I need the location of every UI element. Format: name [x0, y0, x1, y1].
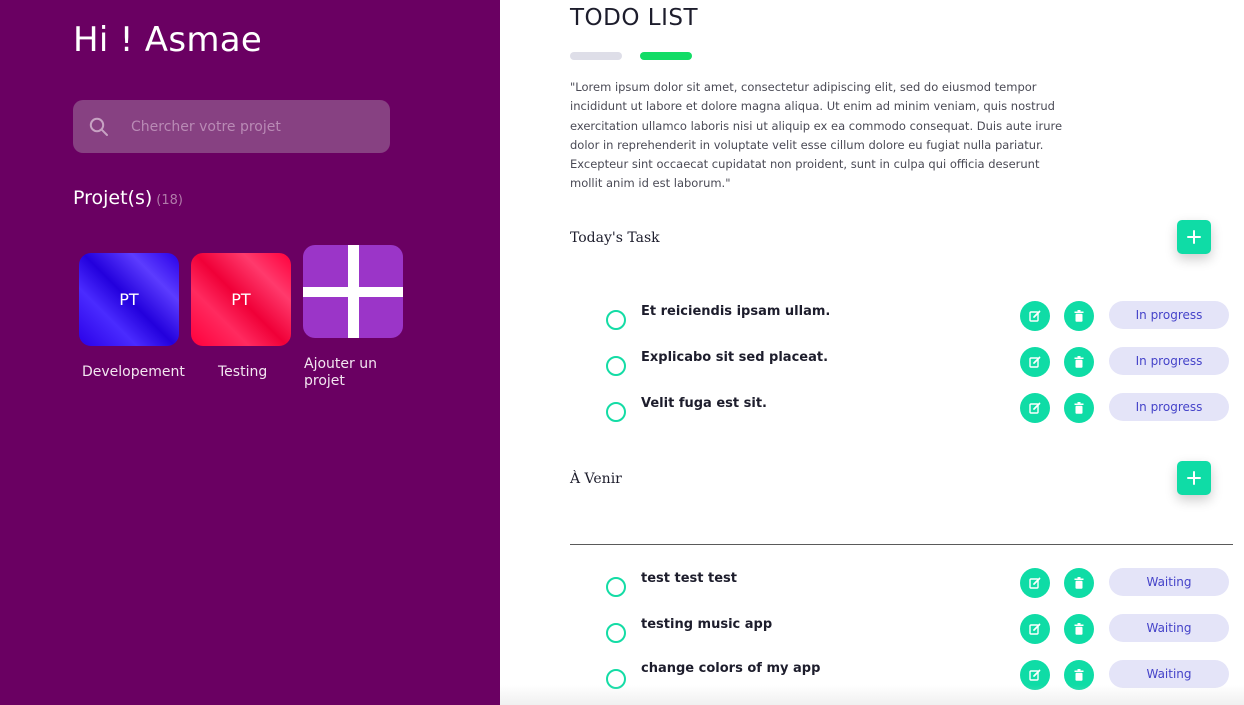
edit-button[interactable]: [1020, 301, 1050, 331]
project-initials: PT: [119, 290, 139, 309]
search-icon[interactable]: [89, 117, 109, 137]
task-row: test test test Waiting: [500, 568, 1244, 608]
circle-check-icon[interactable]: [606, 623, 626, 643]
edit-icon: [1029, 402, 1041, 414]
task-title: test test test: [641, 571, 738, 586]
task-title: Velit fuga est sit.: [641, 396, 767, 411]
projects-heading-label: Projet(s): [73, 187, 153, 209]
bottom-shadow: [500, 685, 1244, 705]
trash-icon: [1074, 669, 1084, 681]
task-title: change colors of my app: [641, 661, 821, 676]
task-row: Explicabo sit sed placeat. In progress: [500, 347, 1244, 387]
trash-icon: [1074, 577, 1084, 589]
edit-button[interactable]: [1020, 393, 1050, 423]
delete-button[interactable]: [1064, 568, 1094, 598]
trash-icon: [1074, 623, 1084, 635]
delete-button[interactable]: [1064, 301, 1094, 331]
edit-icon: [1029, 669, 1041, 681]
circle-check-icon[interactable]: [606, 356, 626, 376]
edit-icon: [1029, 356, 1041, 368]
status-badge: In progress: [1109, 347, 1229, 375]
project-initials: PT: [231, 290, 251, 309]
add-project-button[interactable]: [303, 245, 403, 338]
trash-icon: [1074, 356, 1084, 368]
edit-icon: [1029, 310, 1041, 322]
trash-icon: [1074, 310, 1084, 322]
task-row: Velit fuga est sit. In progress: [500, 393, 1244, 433]
task-row: Et reiciendis ipsam ullam. In progress: [500, 301, 1244, 341]
status-badge: In progress: [1109, 301, 1229, 329]
project-card-testing[interactable]: PT: [191, 253, 291, 346]
project-label-testing[interactable]: Testing: [218, 364, 267, 381]
plus-icon: [303, 245, 403, 338]
plus-icon: [1187, 471, 1201, 485]
projects-heading: Projet(s) (18): [73, 187, 183, 209]
status-badge: In progress: [1109, 393, 1229, 421]
delete-button[interactable]: [1064, 393, 1094, 423]
edit-button[interactable]: [1020, 614, 1050, 644]
sidebar: Hi ! Asmae Projet(s)(18) PT Developement…: [0, 0, 500, 705]
circle-check-icon[interactable]: [606, 577, 626, 597]
status-badge: Waiting: [1109, 660, 1229, 688]
add-task-button-today[interactable]: [1177, 220, 1211, 254]
edit-button[interactable]: [1020, 347, 1050, 377]
main-content: TODO LIST "Lorem ipsum dolor sit amet, c…: [500, 0, 1244, 705]
delete-button[interactable]: [1064, 614, 1094, 644]
add-project-label[interactable]: Ajouter un projet: [304, 356, 394, 390]
edit-icon: [1029, 577, 1041, 589]
plus-icon: [1187, 230, 1201, 244]
projects-count: (18): [156, 193, 183, 208]
task-row: testing music app Waiting: [500, 614, 1244, 654]
greeting: Hi ! Asmae: [73, 20, 263, 60]
search-input[interactable]: [131, 100, 381, 153]
project-card-developement[interactable]: PT: [79, 253, 179, 346]
circle-check-icon[interactable]: [606, 310, 626, 330]
trash-icon: [1074, 402, 1084, 414]
page-title: TODO LIST: [570, 5, 699, 31]
section-title-today: Today's Task: [570, 230, 660, 246]
section-title-a-venir: À Venir: [570, 471, 622, 487]
delete-button[interactable]: [1064, 347, 1094, 377]
search-box[interactable]: [73, 100, 390, 153]
description: "Lorem ipsum dolor sit amet, consectetur…: [570, 80, 1063, 191]
status-badge: Waiting: [1109, 568, 1229, 596]
edit-icon: [1029, 623, 1041, 635]
section-divider: [570, 544, 1233, 545]
circle-check-icon[interactable]: [606, 402, 626, 422]
title-underline-active: [640, 52, 692, 60]
status-badge: Waiting: [1109, 614, 1229, 642]
task-title: Explicabo sit sed placeat.: [641, 350, 829, 365]
title-underline-inactive: [570, 52, 622, 60]
add-task-button-a-venir[interactable]: [1177, 461, 1211, 495]
edit-button[interactable]: [1020, 568, 1050, 598]
task-title: testing music app: [641, 617, 773, 632]
task-title: Et reiciendis ipsam ullam.: [641, 304, 831, 319]
project-label-developement[interactable]: Developement: [82, 364, 185, 381]
